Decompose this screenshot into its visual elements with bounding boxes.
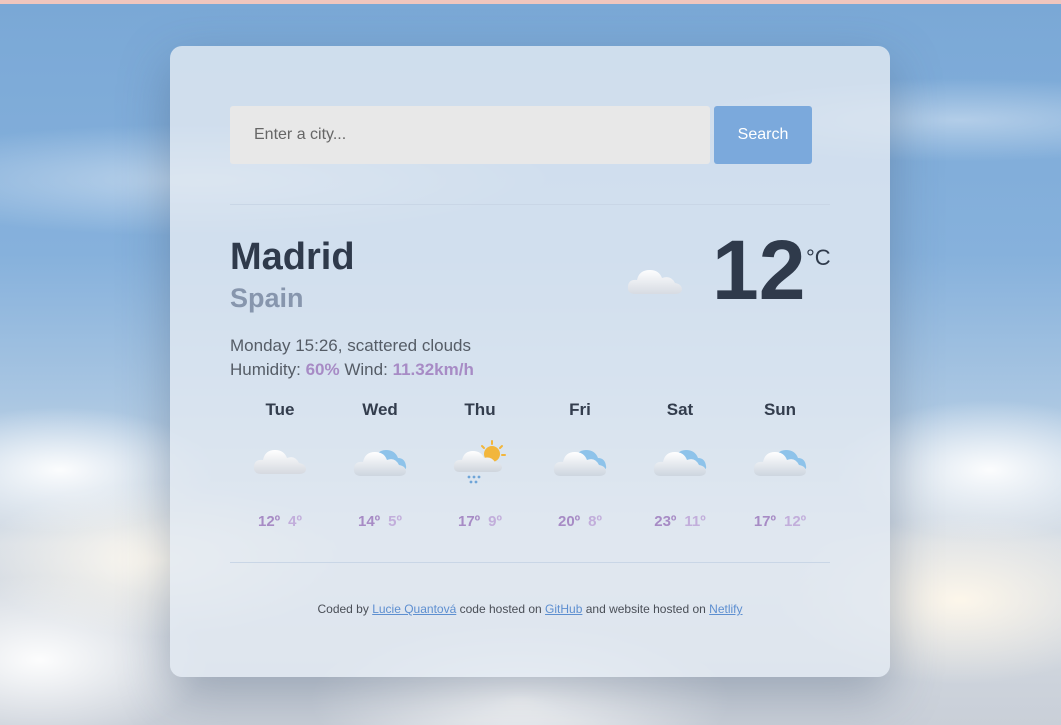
forecast-day-name: Fri bbox=[569, 400, 591, 419]
forecast-temps: 12º 4º bbox=[230, 513, 330, 530]
forecast-max: 17º bbox=[458, 513, 481, 530]
cloud-blue-icon bbox=[653, 450, 707, 476]
humidity-label: Humidity: bbox=[230, 360, 301, 379]
forecast-max: 17º bbox=[753, 513, 776, 530]
current-temperature: 12 bbox=[712, 223, 806, 317]
forecast-max: 23º bbox=[654, 513, 677, 530]
city-search-input[interactable] bbox=[230, 106, 710, 164]
forecast-day: Sat 23º 11º bbox=[630, 400, 730, 540]
weather-card: Search Madrid Spain Monday 15:26, scatte… bbox=[170, 46, 890, 677]
author-link[interactable]: Lucie Quantová bbox=[372, 602, 456, 616]
forecast-min: 5º bbox=[388, 513, 402, 530]
divider-bottom bbox=[230, 562, 830, 563]
forecast-min: 9º bbox=[488, 513, 502, 530]
forecast-row: Tue 12º 4º Wed 14º 5º Thu 17º 9º Fri 20º… bbox=[230, 400, 830, 540]
forecast-day: Fri 20º 8º bbox=[530, 400, 630, 540]
top-accent-line bbox=[0, 0, 1061, 4]
forecast-day-name: Sun bbox=[763, 400, 797, 419]
footer: Coded by Lucie Quantová code hosted on G… bbox=[170, 602, 890, 616]
forecast-day-name: Sat bbox=[666, 400, 694, 419]
forecast-day-name: Tue bbox=[265, 400, 295, 419]
cloud-icon bbox=[253, 450, 306, 474]
forecast-min: 4º bbox=[288, 513, 302, 530]
forecast-min: 11º bbox=[684, 513, 706, 530]
weather-details: Humidity: 60% Wind: 11.32km/h bbox=[230, 360, 474, 380]
cloud-blue-icon bbox=[353, 450, 407, 476]
forecast-temps: 17º 9º bbox=[430, 513, 530, 530]
country-name: Spain bbox=[230, 283, 304, 313]
wind-value: 11.32km/h bbox=[392, 360, 474, 379]
cloud-blue-icon bbox=[753, 450, 807, 476]
forecast-min: 8º bbox=[588, 513, 602, 530]
forecast-day-name: Wed bbox=[362, 400, 398, 419]
footer-prefix: Coded by bbox=[317, 602, 369, 616]
humidity-value: 60% bbox=[305, 360, 340, 379]
wind-label: Wind: bbox=[344, 360, 388, 379]
forecast-max: 14º bbox=[358, 513, 381, 530]
forecast-day: Tue 12º 4º bbox=[230, 400, 330, 540]
temperature-unit: °C bbox=[806, 245, 831, 270]
netlify-link[interactable]: Netlify bbox=[709, 602, 742, 616]
forecast-temps: 23º 11º bbox=[630, 513, 730, 530]
github-link[interactable]: GitHub bbox=[545, 602, 582, 616]
forecast-day: Thu 17º 9º bbox=[430, 400, 530, 540]
footer-middle2: and website hosted on bbox=[585, 602, 706, 616]
date-description: Monday 15:26, scattered clouds bbox=[230, 336, 471, 355]
forecast-day: Wed 14º 5º bbox=[330, 400, 430, 540]
footer-middle: code hosted on bbox=[459, 602, 542, 616]
divider-top bbox=[230, 204, 830, 205]
search-button[interactable]: Search bbox=[714, 106, 812, 164]
forecast-temps: 17º 12º bbox=[730, 513, 830, 530]
forecast-max: 20º bbox=[558, 513, 581, 530]
cloud-icon bbox=[627, 270, 682, 294]
search-form: Search bbox=[230, 106, 812, 164]
forecast-min: 12º bbox=[784, 513, 807, 530]
forecast-max: 12º bbox=[258, 513, 281, 530]
forecast-temps: 20º 8º bbox=[530, 513, 630, 530]
city-name: Madrid bbox=[230, 236, 355, 278]
cloud-blue-icon bbox=[553, 450, 607, 476]
forecast-day-name: Thu bbox=[464, 400, 496, 419]
forecast-temps: 14º 5º bbox=[330, 513, 430, 530]
forecast-day: Sun 17º 12º bbox=[730, 400, 830, 540]
rain-sun-cloud-icon bbox=[453, 440, 506, 484]
